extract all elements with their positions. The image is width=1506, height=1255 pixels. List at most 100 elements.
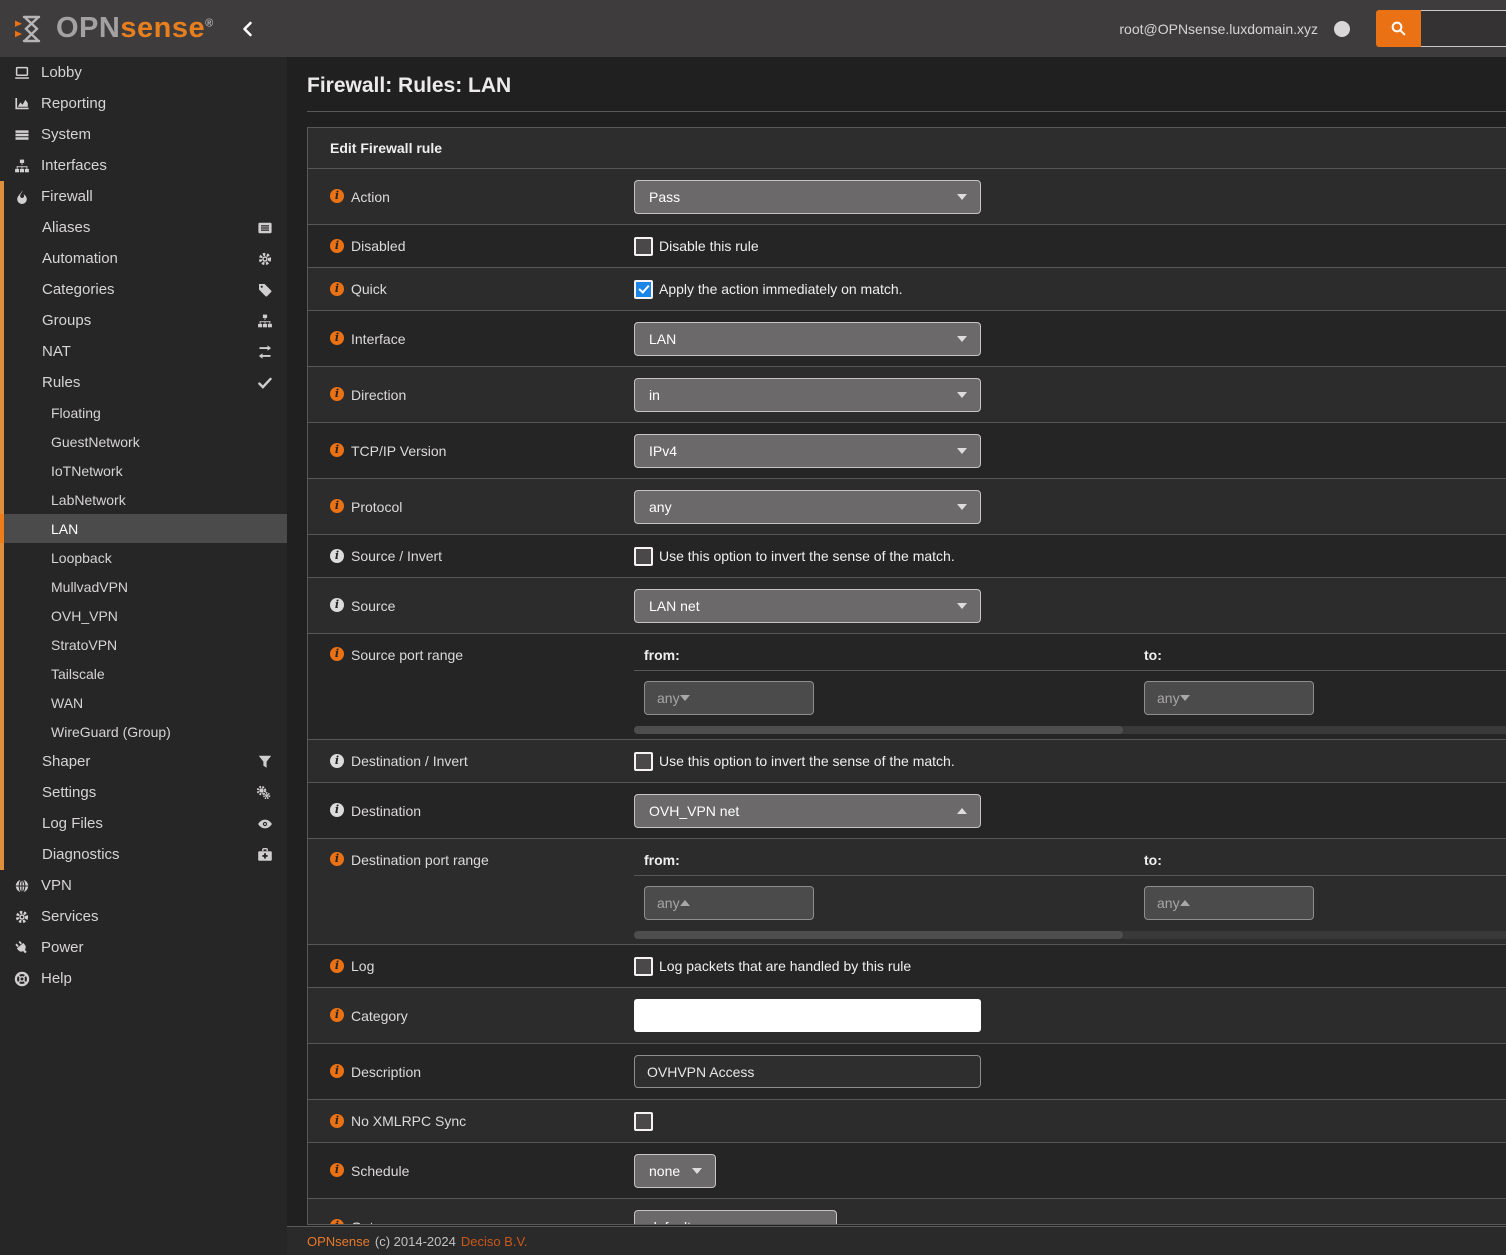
info-circle-icon[interactable]: i (330, 598, 344, 612)
footer-opnsense-link[interactable]: OPNsense (307, 1234, 370, 1249)
sidebar-item-label: Groups (42, 312, 91, 329)
info-circle-icon[interactable]: i (330, 549, 344, 563)
sidebar-item-iotnetwork[interactable]: IoTNetwork (0, 456, 287, 485)
source-port-range-to-select[interactable]: any (1144, 681, 1314, 715)
info-circle-icon[interactable]: i (330, 239, 344, 253)
direction-select[interactable]: in (634, 378, 981, 412)
quick-checkbox[interactable] (634, 280, 653, 299)
field-control-protocol: any (634, 479, 1506, 534)
info-circle-icon[interactable]: i (330, 387, 344, 401)
sidebar-item-lan[interactable]: LAN (0, 514, 287, 543)
source-select[interactable]: LAN net (634, 589, 981, 623)
no-xmlrpc-sync-checkbox[interactable] (634, 1112, 653, 1131)
field-label-interface: iInterface (308, 311, 634, 366)
info-circle-icon[interactable]: i (330, 443, 344, 457)
source-port-range-from-select[interactable]: any (644, 681, 814, 715)
sidebar-item-automation[interactable]: Automation (0, 243, 287, 274)
field-label-quick: iQuick (308, 268, 634, 310)
sidebar-item-labnetwork[interactable]: LabNetwork (0, 485, 287, 514)
info-circle-icon[interactable]: i (330, 331, 344, 345)
info-circle-icon[interactable]: i (330, 803, 344, 817)
field-label-protocol: iProtocol (308, 479, 634, 534)
scrollbar-thumb[interactable] (634, 726, 1123, 734)
description-input[interactable] (634, 1055, 981, 1088)
sidebar-item-ovh-vpn[interactable]: OVH_VPN (0, 601, 287, 630)
schedule-select[interactable]: none (634, 1154, 716, 1188)
sidebar-item-shaper[interactable]: Shaper (0, 746, 287, 777)
sitemap-icon (13, 158, 30, 174)
category-input[interactable] (634, 999, 981, 1032)
sidebar-item-power[interactable]: Power (0, 932, 287, 963)
info-circle-icon[interactable]: i (330, 1114, 344, 1128)
sidebar-item-help[interactable]: Help (0, 963, 287, 994)
info-circle-icon[interactable]: i (330, 282, 344, 296)
sidebar-item-tailscale[interactable]: Tailscale (0, 659, 287, 688)
sidebar-item-lobby[interactable]: Lobby (0, 57, 287, 88)
sidebar-item-reporting[interactable]: Reporting (0, 88, 287, 119)
sidebar-item-wireguard-group[interactable]: WireGuard (Group) (0, 717, 287, 746)
destination-select[interactable]: OVH_VPN net (634, 794, 981, 828)
info-circle-icon[interactable]: i (330, 189, 344, 203)
info-circle-icon[interactable]: i (330, 754, 344, 768)
sidebar-item-rules[interactable]: Rules (0, 367, 287, 398)
sidebar-item-label: Settings (42, 784, 96, 801)
horizontal-scrollbar[interactable] (634, 931, 1506, 939)
disabled-checkbox[interactable] (634, 237, 653, 256)
horizontal-scrollbar[interactable] (634, 726, 1506, 734)
destination-invert-checkbox[interactable] (634, 752, 653, 771)
source-invert-checkbox[interactable] (634, 547, 653, 566)
sidebar-item-system[interactable]: System (0, 119, 287, 150)
info-circle-icon[interactable]: i (330, 1219, 344, 1225)
sidebar-item-categories[interactable]: Categories (0, 274, 287, 305)
sidebar-item-log-files[interactable]: Log Files (0, 808, 287, 839)
sidebar-item-mullvadvpn[interactable]: MullvadVPN (0, 572, 287, 601)
search-button[interactable] (1376, 10, 1421, 47)
interface-select[interactable]: LAN (634, 322, 981, 356)
field-label-destination-port-range: iDestination port range (308, 839, 634, 944)
caret-down-icon (957, 603, 967, 609)
protocol-select[interactable]: any (634, 490, 981, 524)
form-row-tcp-ip-version: iTCP/IP VersionIPv4 (308, 422, 1506, 478)
info-circle-icon[interactable]: i (330, 959, 344, 973)
sidebar-item-interfaces[interactable]: Interfaces (0, 150, 287, 181)
opnsense-logo[interactable]: OPNsense® (0, 12, 214, 46)
info-circle-icon[interactable]: i (330, 647, 344, 661)
sidebar-item-aliases[interactable]: Aliases (0, 212, 287, 243)
info-circle-icon[interactable]: i (330, 1064, 344, 1078)
sidebar-item-wan[interactable]: WAN (0, 688, 287, 717)
sidebar-item-services[interactable]: Services (0, 901, 287, 932)
sidebar-item-stratovpn[interactable]: StratoVPN (0, 630, 287, 659)
sidebar-item-settings[interactable]: Settings (0, 777, 287, 808)
destination-port-range-to-select[interactable]: any (1144, 886, 1314, 920)
search-input[interactable] (1421, 10, 1506, 47)
eye-icon (257, 816, 273, 832)
sidebar-collapse-chevron-icon[interactable] (240, 20, 256, 38)
sidebar-item-guestnetwork[interactable]: GuestNetwork (0, 427, 287, 456)
tcp-ip-version-select[interactable]: IPv4 (634, 434, 981, 468)
field-label-destination-invert: iDestination / Invert (308, 740, 634, 782)
sidebar-item-firewall[interactable]: Firewall (0, 181, 287, 212)
field-label-text: Schedule (351, 1163, 409, 1179)
sidebar-item-nat[interactable]: NAT (0, 336, 287, 367)
log-checkbox[interactable] (634, 957, 653, 976)
info-circle-icon[interactable]: i (330, 852, 344, 866)
action-select[interactable]: Pass (634, 180, 981, 214)
sidebar-item-vpn[interactable]: VPN (0, 870, 287, 901)
form-row-destination-port-range: iDestination port rangefrom:to:anyany (308, 838, 1506, 944)
info-circle-icon[interactable]: i (330, 1163, 344, 1177)
sidebar-item-label: System (41, 126, 91, 143)
form-row-description: iDescription (308, 1043, 1506, 1099)
scrollbar-thumb[interactable] (634, 931, 1123, 939)
lifering-icon (13, 971, 30, 987)
info-circle-icon[interactable]: i (330, 1008, 344, 1022)
field-control-source: LAN net (634, 578, 1506, 633)
sidebar-item-floating[interactable]: Floating (0, 398, 287, 427)
form-row-source: iSourceLAN net (308, 577, 1506, 633)
destination-port-range-from-select[interactable]: any (644, 886, 814, 920)
gateway-select[interactable]: default (634, 1210, 837, 1226)
info-circle-icon[interactable]: i (330, 499, 344, 513)
footer-deciso-link[interactable]: Deciso B.V. (461, 1234, 528, 1249)
sidebar-item-diagnostics[interactable]: Diagnostics (0, 839, 287, 870)
sidebar-item-groups[interactable]: Groups (0, 305, 287, 336)
sidebar-item-loopback[interactable]: Loopback (0, 543, 287, 572)
